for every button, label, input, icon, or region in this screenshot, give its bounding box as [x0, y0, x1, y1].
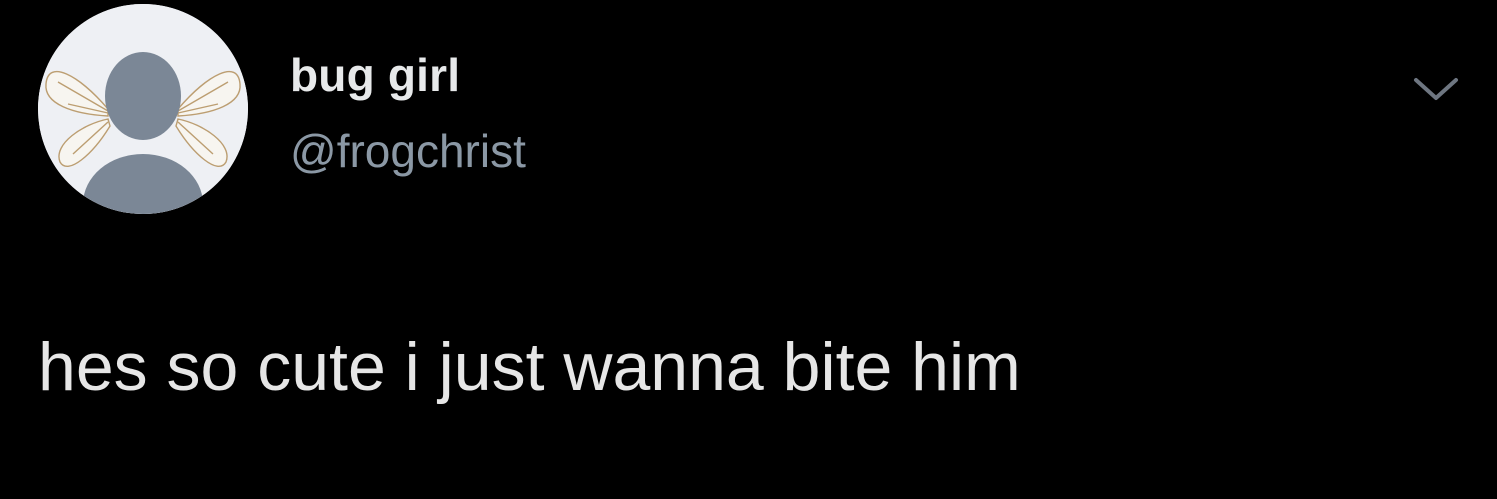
tweet: bug girl @frogchrist hes so cute i just …: [0, 0, 1497, 499]
chevron-down-icon: [1414, 78, 1458, 100]
user-handle[interactable]: @frogchrist: [290, 128, 526, 174]
avatar[interactable]: [38, 4, 248, 214]
tweet-menu-button[interactable]: [1408, 66, 1464, 114]
display-name[interactable]: bug girl: [290, 52, 460, 98]
default-avatar-with-fairy-wings-icon: [38, 4, 248, 214]
tweet-text: hes so cute i just wanna bite him: [38, 329, 1021, 405]
